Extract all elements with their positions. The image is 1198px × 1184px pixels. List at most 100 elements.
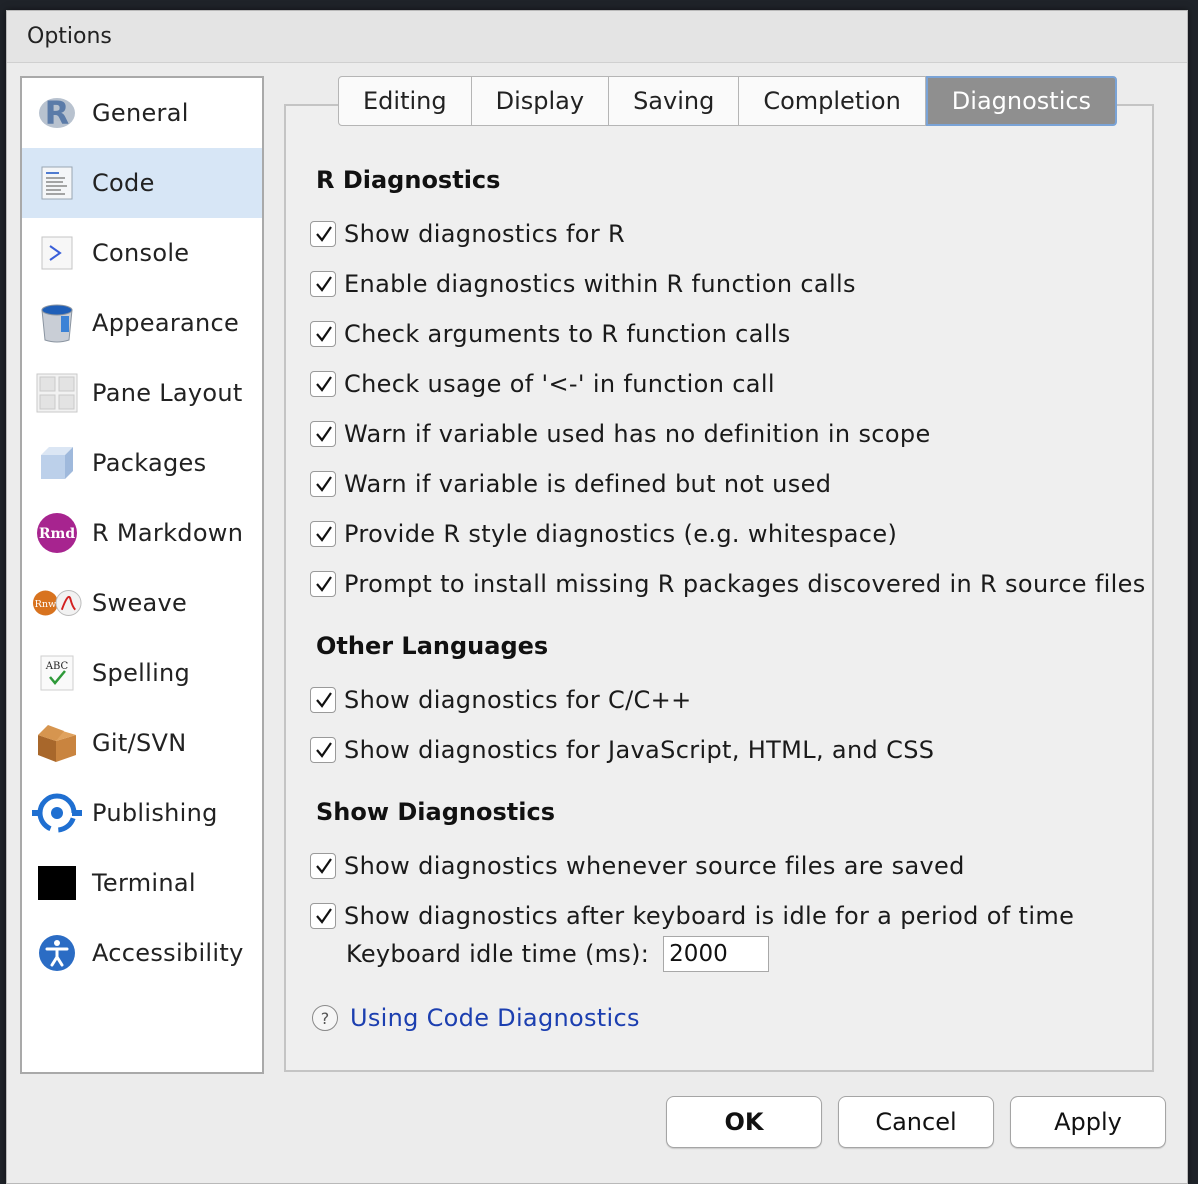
option-label: Show diagnostics after keyboard is idle …: [344, 902, 1075, 930]
using-code-diagnostics-link[interactable]: Using Code Diagnostics: [350, 1004, 640, 1032]
keyboard-idle-input[interactable]: [663, 936, 770, 972]
sidebar-item-git-svn[interactable]: Git/SVN: [22, 708, 262, 778]
box-icon: [32, 721, 82, 765]
checkmark-icon: [316, 326, 332, 342]
ok-button[interactable]: OK: [666, 1096, 822, 1148]
sidebar-item-appearance[interactable]: Appearance: [22, 288, 262, 358]
option-label: Show diagnostics for R: [344, 220, 626, 248]
option-label: Check arguments to R function calls: [344, 320, 791, 348]
checkbox[interactable]: [310, 853, 336, 879]
terminal-icon: [32, 861, 82, 905]
sidebar-item-general[interactable]: R General: [22, 78, 262, 148]
option-diagnostics-on-idle[interactable]: Show diagnostics after keyboard is idle …: [310, 902, 1074, 930]
sidebar-item-accessibility[interactable]: Accessibility: [22, 918, 262, 988]
sidebar-item-label: Publishing: [92, 799, 218, 827]
checkbox[interactable]: [310, 471, 336, 497]
sidebar-item-label: Appearance: [92, 309, 240, 337]
tab-completion[interactable]: Completion: [739, 76, 926, 126]
section-title-show-diagnostics: Show Diagnostics: [316, 798, 555, 826]
apply-button[interactable]: Apply: [1010, 1096, 1166, 1148]
keyboard-idle-row: Keyboard idle time (ms):: [346, 936, 770, 972]
keyboard-idle-label: Keyboard idle time (ms):: [346, 940, 650, 968]
checkbox[interactable]: [310, 571, 336, 597]
cancel-button[interactable]: Cancel: [838, 1096, 994, 1148]
checkbox[interactable]: [310, 371, 336, 397]
sidebar-item-label: R Markdown: [92, 519, 244, 547]
option-label: Check usage of '<-' in function call: [344, 370, 775, 398]
option-label: Provide R style diagnostics (e.g. whites…: [344, 520, 898, 548]
checkmark-icon: [316, 742, 332, 758]
spellcheck-icon: ABC: [32, 651, 82, 695]
checkbox[interactable]: [310, 321, 336, 347]
section-title-r-diagnostics: R Diagnostics: [316, 166, 501, 194]
option-warn-unused[interactable]: Warn if variable is defined but not used: [310, 470, 831, 498]
sidebar-item-label: Terminal: [92, 869, 196, 897]
sidebar-item-pane-layout[interactable]: Pane Layout: [22, 358, 262, 428]
option-label: Enable diagnostics within R function cal…: [344, 270, 856, 298]
sidebar-item-label: General: [92, 99, 189, 127]
checkbox[interactable]: [310, 221, 336, 247]
dialog-title: Options: [27, 24, 112, 49]
sidebar-item-code[interactable]: Code: [22, 148, 262, 218]
option-label: Show diagnostics whenever source files a…: [344, 852, 965, 880]
option-enable-within-calls[interactable]: Enable diagnostics within R function cal…: [310, 270, 856, 298]
sidebar-item-spelling[interactable]: ABC Spelling: [22, 638, 262, 708]
option-diagnostics-cpp[interactable]: Show diagnostics for C/C++: [310, 686, 692, 714]
tab-editing[interactable]: Editing: [338, 76, 472, 126]
tab-saving[interactable]: Saving: [609, 76, 740, 126]
checkbox[interactable]: [310, 271, 336, 297]
tab-display[interactable]: Display: [471, 76, 610, 126]
svg-text:R: R: [45, 94, 70, 132]
tab-diagnostics[interactable]: Diagnostics: [925, 76, 1118, 126]
code-document-icon: [32, 161, 82, 205]
accessibility-icon: [32, 931, 82, 975]
sidebar-item-label: Accessibility: [92, 939, 244, 967]
checkbox[interactable]: [310, 521, 336, 547]
package-cube-icon: [32, 441, 82, 485]
rmd-icon: Rmd: [32, 511, 82, 555]
option-diagnostics-on-save[interactable]: Show diagnostics whenever source files a…: [310, 852, 965, 880]
sidebar-item-label: Code: [92, 169, 155, 197]
checkmark-icon: [316, 226, 332, 242]
dialog-titlebar: Options: [7, 11, 1187, 63]
console-icon: [32, 231, 82, 275]
checkbox[interactable]: [310, 737, 336, 763]
options-tabs: Editing Display Saving Completion Diagno…: [338, 76, 1118, 126]
sidebar-item-label: Sweave: [92, 589, 188, 617]
sidebar-item-publishing[interactable]: Publishing: [22, 778, 262, 848]
option-label: Show diagnostics for C/C++: [344, 686, 692, 714]
sidebar-item-terminal[interactable]: Terminal: [22, 848, 262, 918]
checkbox[interactable]: [310, 903, 336, 929]
sidebar-item-r-markdown[interactable]: Rmd R Markdown: [22, 498, 262, 568]
sidebar-item-packages[interactable]: Packages: [22, 428, 262, 498]
sidebar-item-label: Spelling: [92, 659, 191, 687]
checkmark-icon: [316, 526, 332, 542]
options-sidebar: R General Code Console Appearance Pane L…: [20, 76, 264, 1074]
option-diagnostics-web[interactable]: Show diagnostics for JavaScript, HTML, a…: [310, 736, 934, 764]
checkmark-icon: [316, 426, 332, 442]
option-show-diagnostics-r[interactable]: Show diagnostics for R: [310, 220, 625, 248]
option-prompt-install-packages[interactable]: Prompt to install missing R packages dis…: [310, 570, 1146, 598]
option-check-assign-usage[interactable]: Check usage of '<-' in function call: [310, 370, 775, 398]
sidebar-item-console[interactable]: Console: [22, 218, 262, 288]
svg-text:Rnw: Rnw: [35, 599, 57, 610]
checkmark-icon: [316, 576, 332, 592]
publishing-icon: [32, 791, 82, 835]
help-row: ? Using Code Diagnostics: [312, 1004, 640, 1032]
option-label: Prompt to install missing R packages dis…: [344, 570, 1146, 598]
sidebar-item-label: Console: [92, 239, 190, 267]
option-check-arguments[interactable]: Check arguments to R function calls: [310, 320, 791, 348]
option-warn-undefined[interactable]: Warn if variable used has no definition …: [310, 420, 931, 448]
sidebar-item-sweave[interactable]: Rnw Sweave: [22, 568, 262, 638]
help-icon: ?: [312, 1005, 338, 1031]
option-label: Warn if variable is defined but not used: [344, 470, 832, 498]
checkmark-icon: [316, 858, 332, 874]
option-style-diagnostics[interactable]: Provide R style diagnostics (e.g. whites…: [310, 520, 897, 548]
sidebar-item-label: Pane Layout: [92, 379, 243, 407]
svg-text:Rmd: Rmd: [39, 526, 75, 542]
checkbox[interactable]: [310, 421, 336, 447]
checkmark-icon: [316, 692, 332, 708]
sidebar-item-label: Packages: [92, 449, 207, 477]
sidebar-item-label: Git/SVN: [92, 729, 187, 757]
checkbox[interactable]: [310, 687, 336, 713]
